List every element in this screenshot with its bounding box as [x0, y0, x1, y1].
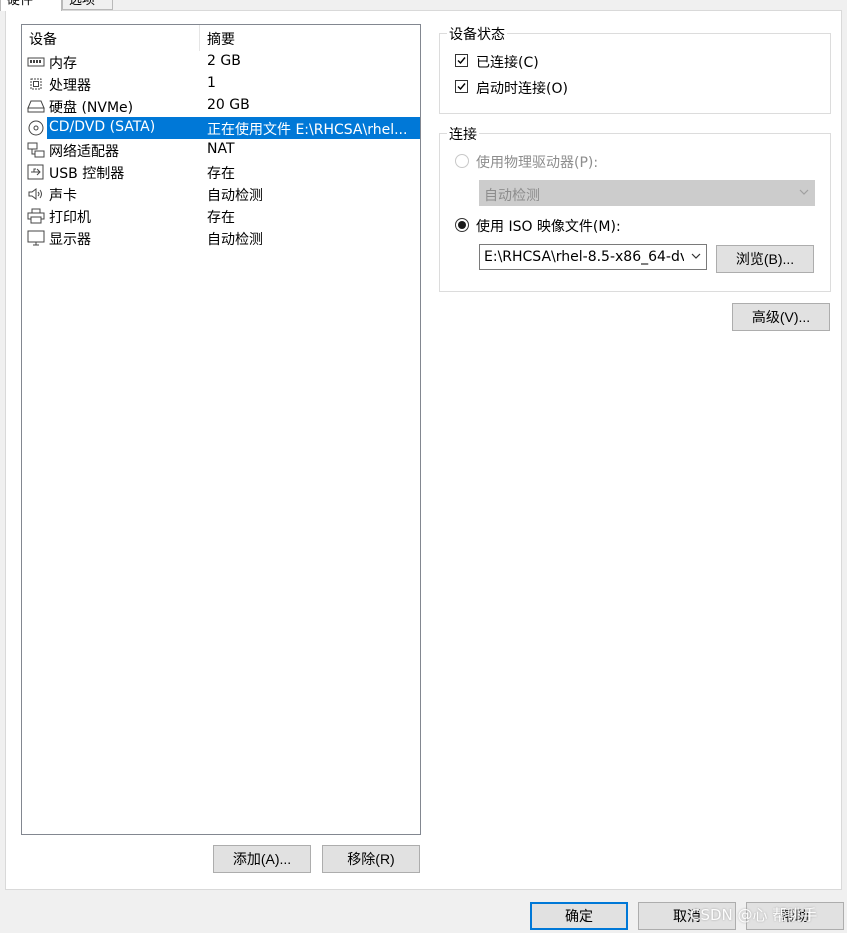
- watermark: CSDN @心 帮眺手: [690, 906, 818, 924]
- device-name: 网络适配器: [49, 144, 119, 160]
- device-name: 打印机: [49, 210, 91, 226]
- checkmark-icon: [457, 57, 466, 65]
- radio-selected-dot: [458, 221, 466, 229]
- device-row-usb[interactable]: USB 控制器 存在: [22, 161, 420, 183]
- device-name: USB 控制器: [49, 166, 125, 182]
- chevron-down-icon: [799, 189, 809, 195]
- connect-at-power-on-checkbox[interactable]: [455, 80, 468, 93]
- monitor-icon: [27, 230, 45, 246]
- device-name: 内存: [49, 56, 77, 72]
- device-name: 处理器: [49, 78, 91, 94]
- physical-drive-combo[interactable]: 自动检测: [479, 180, 815, 206]
- tab-hardware[interactable]: 硬件: [0, 0, 62, 11]
- iso-path-combo[interactable]: E:\RHCSA\rhel-8.5-x86_64-dvd: [479, 244, 707, 270]
- tab-options[interactable]: 选项: [62, 0, 113, 10]
- advanced-button[interactable]: 高级(V)...: [732, 303, 830, 331]
- column-header-device[interactable]: 设备: [29, 29, 57, 49]
- device-row-processor[interactable]: 处理器 1: [22, 73, 420, 95]
- device-summary: 正在使用文件 E:\RHCSA\rhel...: [207, 122, 408, 138]
- device-row-network-adapter[interactable]: 网络适配器 NAT: [22, 139, 420, 161]
- device-summary: 自动检测: [207, 232, 263, 248]
- tab-options-label: 选项: [69, 0, 96, 8]
- connected-checkbox[interactable]: [455, 54, 468, 67]
- device-row-cd-dvd[interactable]: CD/DVD (SATA) 正在使用文件 E:\RHCSA\rhel...: [22, 117, 420, 139]
- connected-label[interactable]: 已连接(C): [476, 52, 539, 72]
- connect-at-power-on-label[interactable]: 启动时连接(O): [476, 78, 568, 98]
- device-name: 硬盘 (NVMe): [49, 100, 134, 116]
- device-summary: 2 GB: [207, 53, 241, 69]
- tab-hardware-label: 硬件: [7, 0, 34, 8]
- physical-drive-label[interactable]: 使用物理驱动器(P):: [476, 152, 598, 172]
- device-summary: NAT: [207, 141, 235, 157]
- ok-button[interactable]: 确定: [530, 902, 628, 930]
- memory-icon: [27, 57, 45, 67]
- device-row-hard-disk[interactable]: 硬盘 (NVMe) 20 GB: [22, 95, 420, 117]
- physical-drive-combo-value: 自动检测: [484, 188, 540, 204]
- device-summary: 自动检测: [207, 188, 263, 204]
- column-separator[interactable]: [199, 25, 200, 51]
- add-device-button[interactable]: 添加(A)...: [213, 845, 311, 873]
- device-row-memory[interactable]: 内存 2 GB: [22, 51, 420, 73]
- column-header-summary[interactable]: 摘要: [207, 29, 235, 49]
- usb-icon: [27, 164, 44, 180]
- checkmark-icon: [457, 83, 466, 91]
- device-list[interactable]: 设备 摘要 内存 2 GB 处理器 1 硬盘 (NVMe) 20 GB CD/D…: [21, 24, 421, 835]
- printer-icon: [27, 208, 45, 224]
- network-adapter-icon: [27, 142, 45, 158]
- device-name: 显示器: [49, 232, 91, 248]
- device-name: 声卡: [49, 188, 77, 204]
- device-status-title: 设备状态: [447, 24, 507, 44]
- device-status-group: [439, 33, 831, 114]
- iso-image-radio[interactable]: [455, 218, 469, 232]
- device-summary: 存在: [207, 210, 235, 226]
- device-summary: 20 GB: [207, 97, 250, 113]
- cd-dvd-icon: [28, 120, 44, 136]
- processor-icon: [30, 78, 42, 90]
- browse-button[interactable]: 浏览(B)...: [716, 245, 814, 273]
- device-summary: 存在: [207, 166, 235, 182]
- device-row-display[interactable]: 显示器 自动检测: [22, 227, 420, 249]
- device-row-printer[interactable]: 打印机 存在: [22, 205, 420, 227]
- device-row-sound-card[interactable]: 声卡 自动检测: [22, 183, 420, 205]
- device-name: CD/DVD (SATA): [49, 119, 156, 135]
- iso-path-value: E:\RHCSA\rhel-8.5-x86_64-dvd: [484, 249, 684, 265]
- speaker-icon: [28, 188, 42, 200]
- device-list-header: 设备 摘要: [22, 25, 420, 51]
- physical-drive-radio[interactable]: [455, 154, 469, 168]
- iso-image-label[interactable]: 使用 ISO 映像文件(M):: [476, 216, 621, 236]
- device-summary: 1: [207, 75, 216, 91]
- hard-disk-icon: [27, 100, 45, 113]
- connection-title: 连接: [447, 124, 479, 144]
- chevron-down-icon: [691, 253, 701, 259]
- remove-device-button[interactable]: 移除(R): [322, 845, 420, 873]
